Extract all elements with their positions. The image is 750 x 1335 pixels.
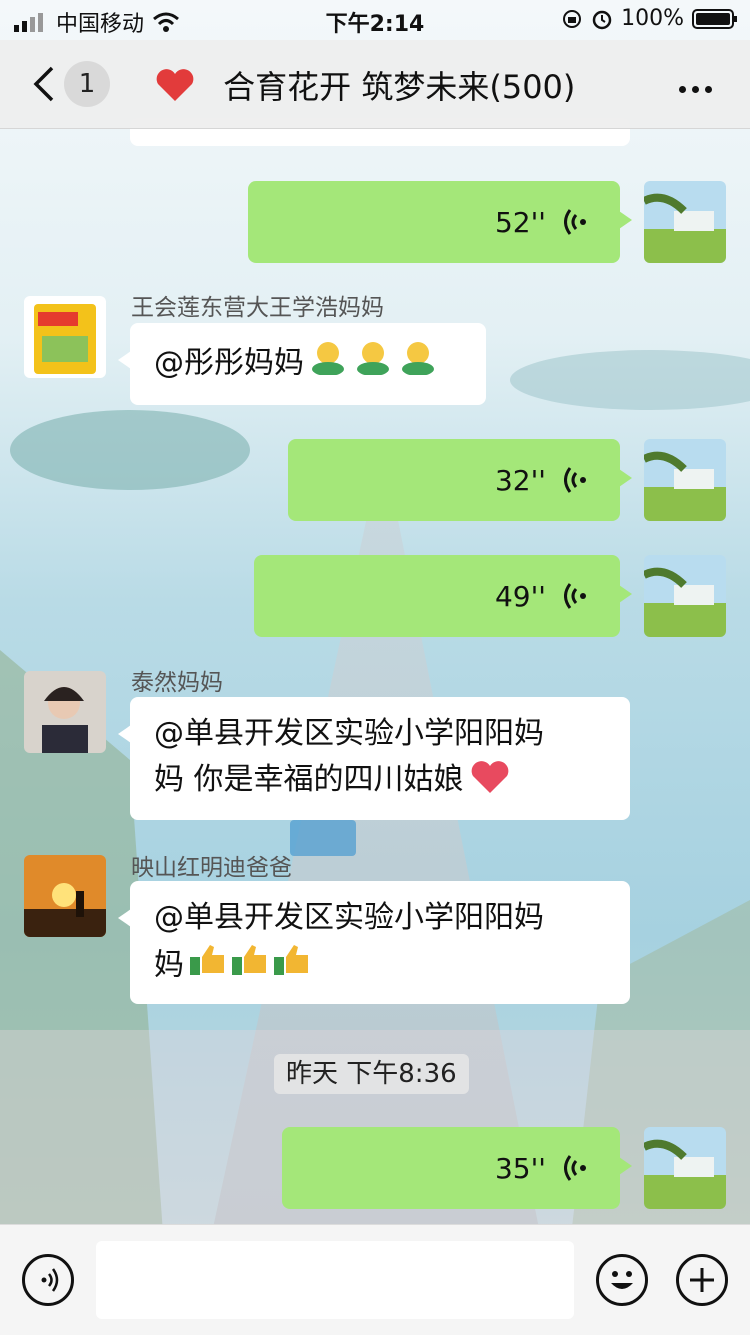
back-chevron-icon[interactable] — [30, 64, 60, 104]
avatar[interactable] — [24, 296, 106, 378]
heart-icon — [470, 758, 510, 804]
emoji-button[interactable] — [596, 1254, 648, 1306]
text-message[interactable]: @单县开发区实验小学阳阳妈 妈 — [118, 881, 630, 1004]
message-input[interactable] — [96, 1241, 574, 1319]
heart-icon — [155, 68, 205, 106]
input-bar — [0, 1224, 750, 1335]
sender-name: 王会莲东营大王学浩妈妈 — [131, 295, 384, 321]
voice-duration: 52'' — [494, 205, 546, 239]
voice-message[interactable]: 52'' — [248, 181, 632, 263]
avatar[interactable] — [644, 555, 726, 637]
text-message[interactable]: @彤彤妈妈 — [118, 323, 486, 405]
voice-mode-button[interactable] — [22, 1254, 74, 1306]
status-bar: 中国移动 下午2:14 100% — [0, 0, 750, 40]
avatar[interactable] — [24, 671, 106, 753]
voice-duration: 35'' — [494, 1151, 546, 1185]
group-title: 合育花开 筑梦未来(500) — [223, 68, 576, 106]
sender-name: 映山红明迪爸爸 — [131, 855, 292, 881]
message-text-line: 妈 — [154, 947, 184, 983]
thumbs-up-icon — [190, 941, 314, 991]
chat-header: 1 合育花开 筑梦未来(500) — [0, 40, 750, 129]
voice-duration: 49'' — [494, 579, 546, 613]
voice-message[interactable]: 35'' — [282, 1127, 632, 1209]
alarm-icon — [592, 10, 612, 29]
unread-badge[interactable]: 1 — [64, 61, 110, 107]
battery-icon — [692, 8, 737, 29]
text-message[interactable]: @单县开发区实验小学阳阳妈 妈 你是幸福的四川姑娘 — [118, 697, 630, 820]
emoji-icon — [611, 1271, 633, 1289]
more-icon[interactable] — [673, 78, 712, 97]
plus-icon — [690, 1268, 714, 1292]
timestamp: 昨天 下午8:36 — [274, 1054, 469, 1094]
voice-wave-icon — [564, 209, 586, 235]
message-text: @彤彤妈妈 — [154, 345, 304, 381]
sender-name: 泰然妈妈 — [131, 670, 223, 696]
battery-percent: 100% — [621, 6, 684, 31]
message-list: 52'' 王会莲东营大王学浩妈妈 @彤彤妈妈 32'' 49'' 泰然妈妈 @单… — [0, 118, 750, 1224]
voice-message[interactable]: 32'' — [288, 439, 632, 521]
page-title: 合育花开 筑梦未来(500) — [155, 62, 575, 108]
rotation-lock-icon — [563, 9, 582, 28]
voice-message[interactable]: 49'' — [254, 555, 632, 637]
avatar[interactable] — [644, 181, 726, 263]
emoji-icon — [310, 339, 440, 389]
avatar[interactable] — [24, 855, 106, 937]
voice-mode-icon — [41, 1268, 59, 1292]
plus-button[interactable] — [676, 1254, 728, 1306]
voice-wave-icon — [564, 467, 586, 493]
avatar[interactable] — [644, 439, 726, 521]
message-text-line: @单县开发区实验小学阳阳妈 — [154, 716, 544, 751]
voice-wave-icon — [564, 1155, 586, 1181]
message-text-line: @单县开发区实验小学阳阳妈 — [154, 900, 544, 935]
voice-wave-icon — [564, 583, 586, 609]
message-text-line: 妈 你是幸福的四川姑娘 — [154, 762, 464, 797]
avatar[interactable] — [644, 1127, 726, 1209]
voice-duration: 32'' — [494, 463, 546, 497]
